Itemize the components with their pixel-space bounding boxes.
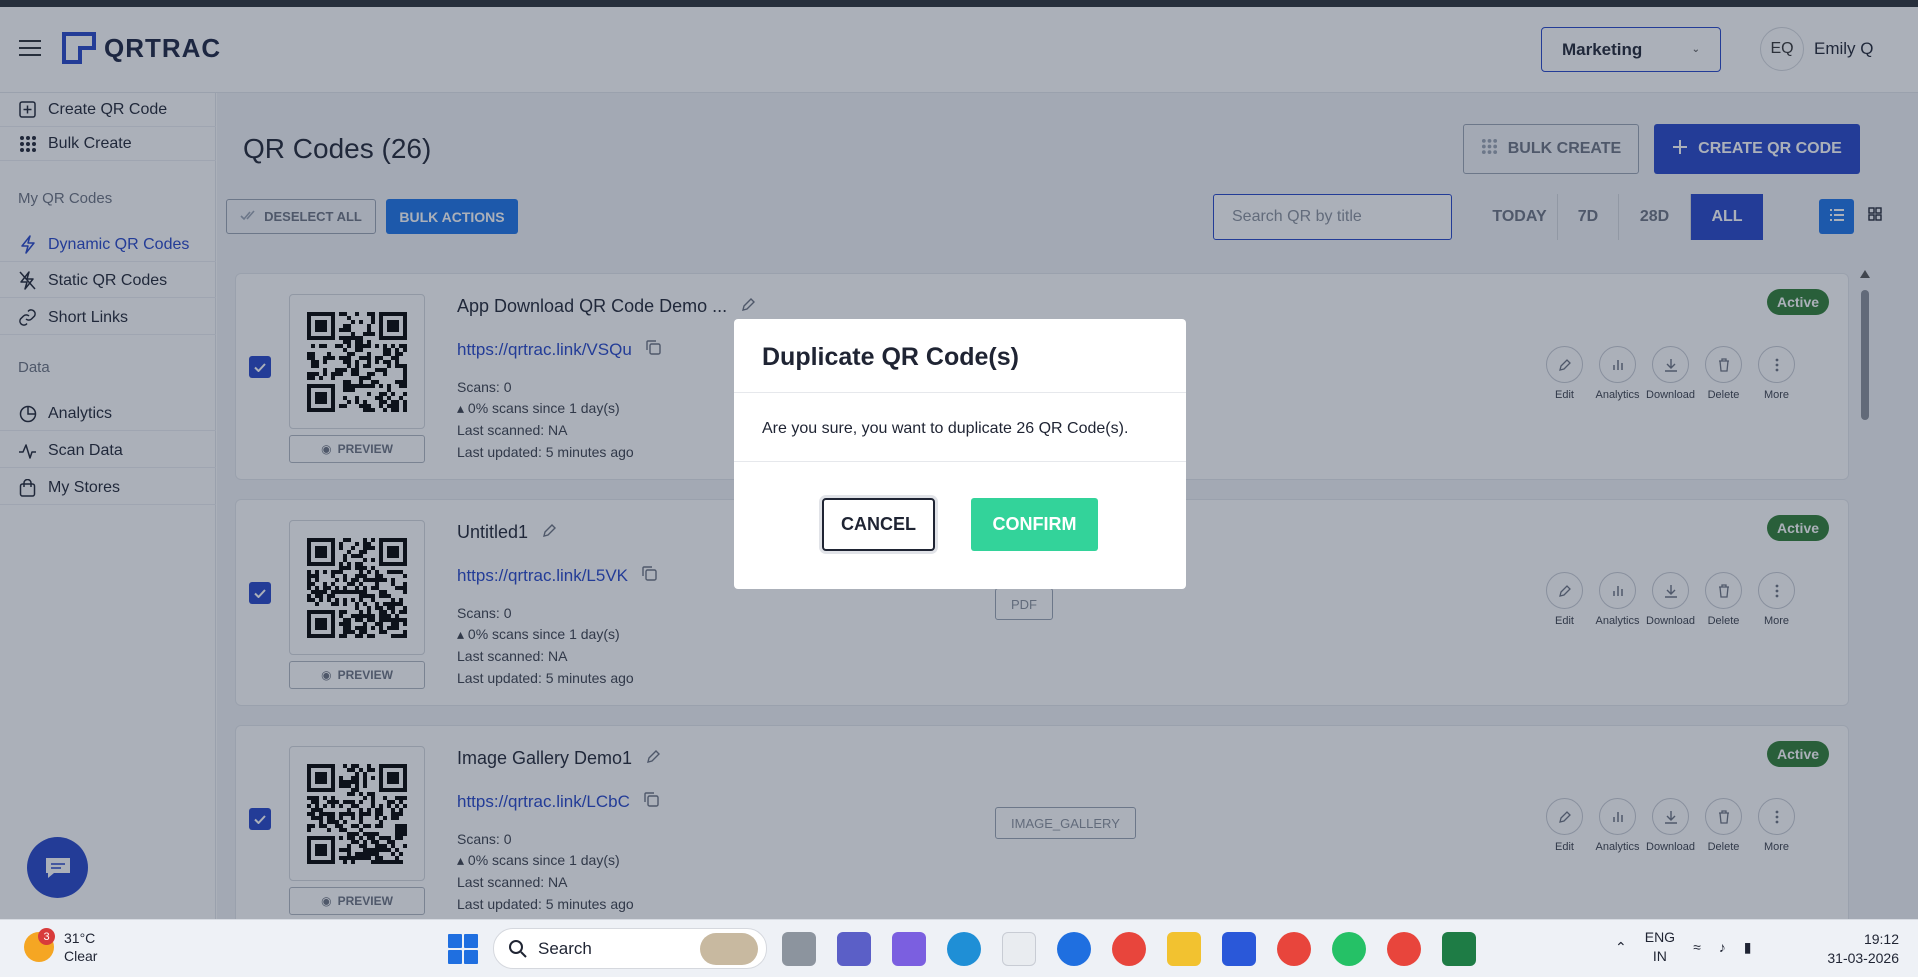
app-icon[interactable]: [1222, 932, 1256, 966]
divider: [734, 461, 1186, 462]
divider: [734, 392, 1186, 393]
chrome-profile-icon[interactable]: [1277, 932, 1311, 966]
time: 19:12: [1863, 931, 1899, 947]
weather-condition: Clear: [64, 948, 98, 964]
duplicate-dialog: Duplicate QR Code(s) Are you sure, you w…: [734, 319, 1186, 589]
file-explorer-icon[interactable]: [1167, 932, 1201, 966]
copilot-icon[interactable]: [892, 932, 926, 966]
dialog-message: Are you sure, you want to duplicate 26 Q…: [762, 420, 1129, 437]
battery-icon[interactable]: ▮: [1744, 939, 1752, 956]
dialog-title: Duplicate QR Code(s): [762, 343, 1019, 371]
lang-code: ENG: [1644, 929, 1676, 945]
weather-widget[interactable]: 3 31°C Clear: [24, 928, 97, 965]
taskbar: 3 31°C Clear Search ⌃ ENG IN ≈ ♪ ▮ 19:12…: [0, 919, 1918, 977]
confirm-button[interactable]: CONFIRM: [971, 498, 1098, 551]
edge-icon[interactable]: [947, 932, 981, 966]
teams-icon[interactable]: [837, 932, 871, 966]
task-view-icon[interactable]: [782, 932, 816, 966]
date: 31-03-2026: [1827, 950, 1899, 966]
search-icon: [509, 939, 527, 958]
region-code: IN: [1652, 948, 1667, 964]
volume-icon[interactable]: ♪: [1719, 939, 1726, 955]
taskbar-search-label: Search: [538, 938, 592, 958]
clock[interactable]: 19:12 31-03-2026: [1817, 930, 1899, 968]
system-tray: ⌃ ENG IN ≈ ♪ ▮: [1615, 928, 1751, 966]
weather-text: 31°C Clear: [64, 929, 97, 965]
language-indicator[interactable]: ENG IN: [1645, 928, 1675, 966]
chrome-secondary-icon[interactable]: [1387, 932, 1421, 966]
help-icon[interactable]: [1057, 932, 1091, 966]
windows-start-icon[interactable]: [448, 934, 478, 964]
taskbar-search[interactable]: Search: [493, 928, 767, 969]
notification-badge: 3: [38, 928, 55, 945]
cancel-button[interactable]: CANCEL: [822, 498, 935, 551]
temperature: 31°C: [64, 930, 96, 946]
whatsapp-icon[interactable]: [1332, 932, 1366, 966]
moon-weather-icon: 3: [24, 928, 55, 962]
chevron-up-icon[interactable]: ⌃: [1615, 939, 1627, 956]
wifi-icon[interactable]: ≈: [1693, 939, 1701, 955]
store-icon[interactable]: [1002, 932, 1036, 966]
chrome-icon[interactable]: [1112, 932, 1146, 966]
excel-icon[interactable]: [1442, 932, 1476, 966]
search-highlight-image: [700, 933, 758, 965]
